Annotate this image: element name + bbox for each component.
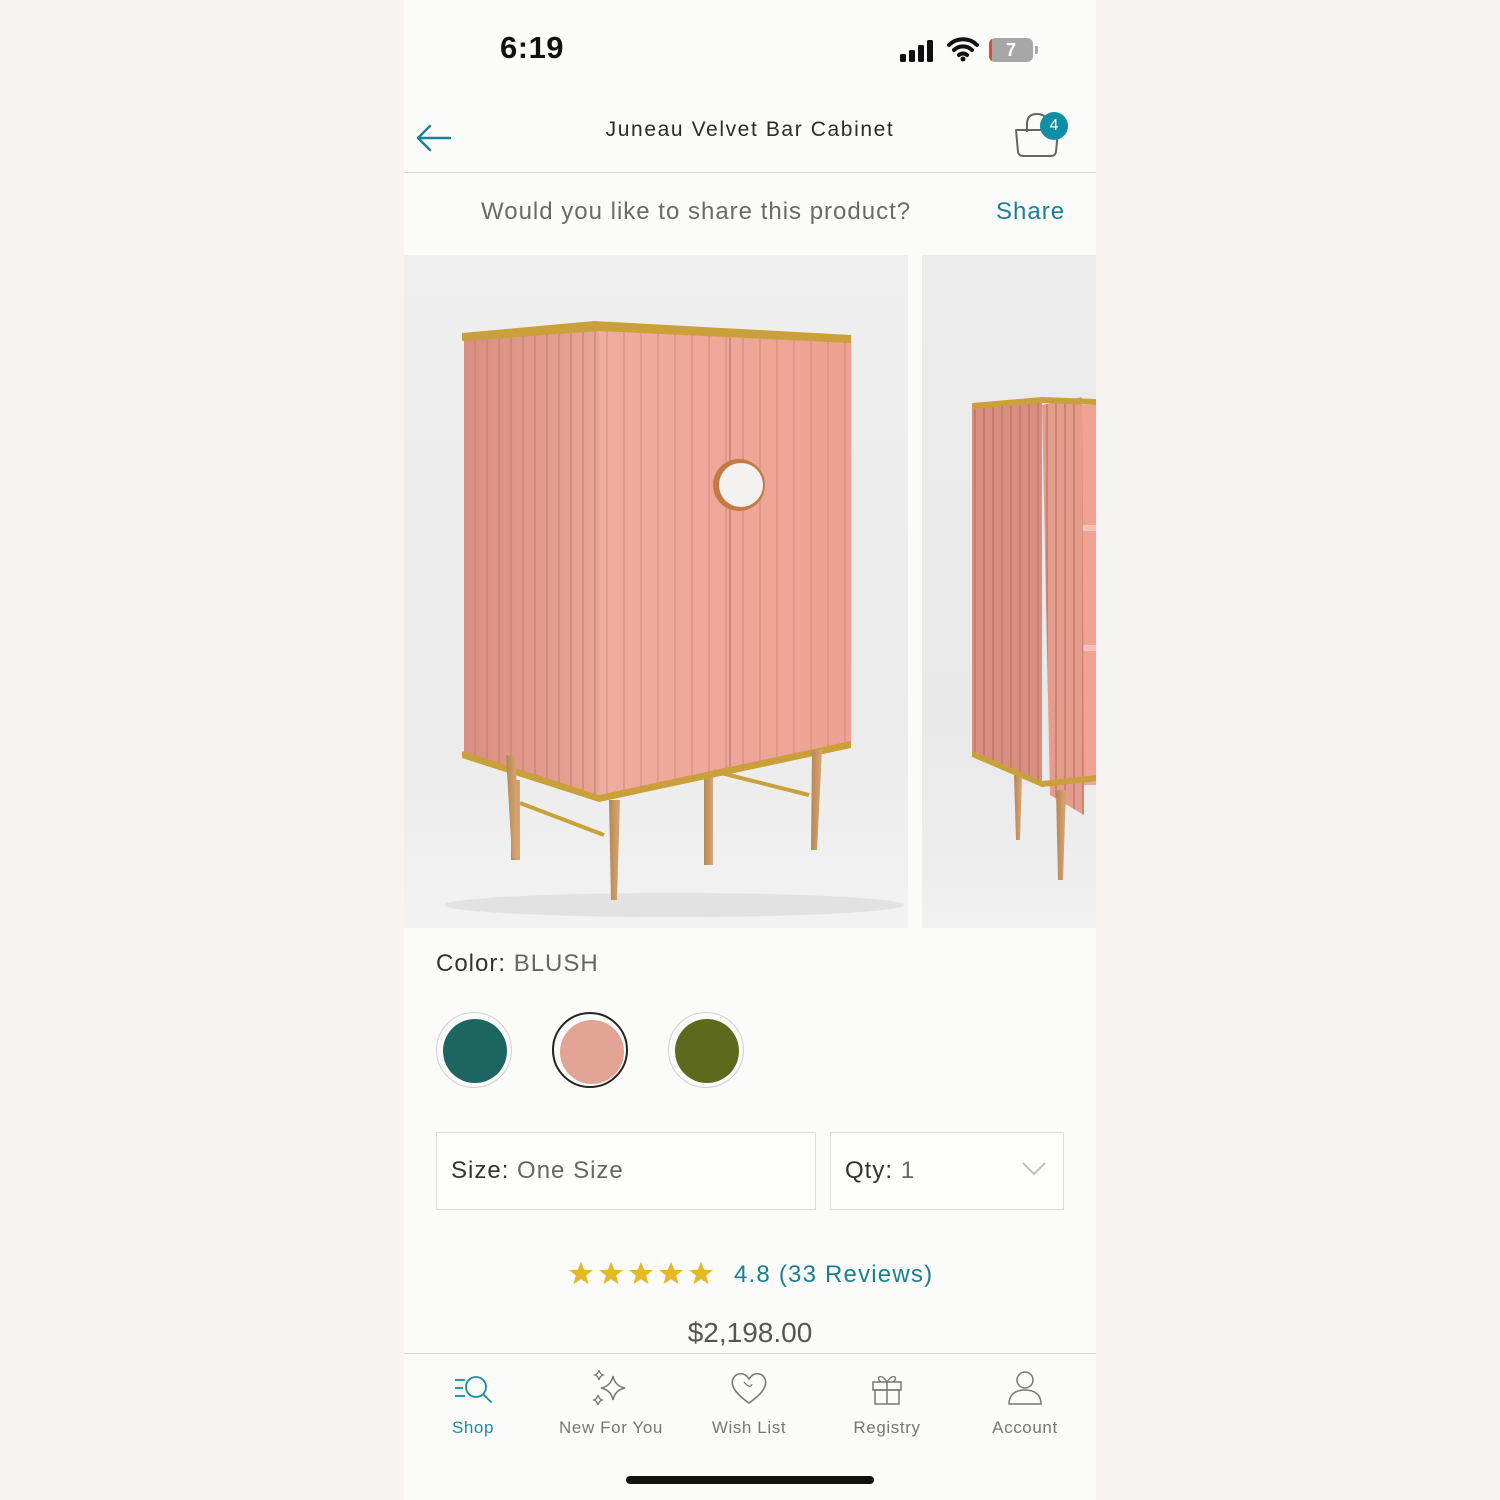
cabinet-open-illustration	[972, 397, 1096, 880]
star-icon	[599, 1261, 623, 1285]
tab-label: Account	[992, 1418, 1058, 1437]
chevron-down-icon	[1022, 1162, 1046, 1176]
home-indicator[interactable]	[626, 1476, 874, 1484]
size-label-text: Size:	[451, 1157, 510, 1184]
quantity-select[interactable]: Qty: 1	[830, 1132, 1064, 1210]
tab-wish-list[interactable]: Wish List	[680, 1354, 818, 1454]
cabinet-illustration	[444, 321, 904, 917]
tab-label: Shop	[451, 1418, 495, 1437]
share-prompt: Would you like to share this product?	[481, 198, 912, 225]
cellular-signal-icon	[900, 40, 933, 62]
size-value: One Size	[517, 1157, 624, 1184]
star-icon	[629, 1261, 653, 1285]
tab-label: Wish List	[711, 1418, 787, 1437]
product-image-main[interactable]	[404, 255, 908, 928]
product-image-secondary[interactable]	[922, 255, 1096, 928]
tab-label: New For You	[559, 1418, 663, 1437]
tab-shop[interactable]: Shop	[404, 1354, 542, 1454]
qty-label: Qty: 1	[845, 1157, 915, 1185]
color-value: BLUSH	[513, 950, 599, 977]
price: $2,198.00	[687, 1317, 813, 1348]
tab-registry[interactable]: Registry	[818, 1354, 956, 1454]
tab-account[interactable]: Account	[956, 1354, 1094, 1454]
search-list-icon	[455, 1376, 492, 1403]
gift-icon	[872, 1375, 902, 1405]
star-icon	[569, 1261, 593, 1285]
status-time: 6:19	[500, 30, 565, 65]
cart-count-badge: 4	[1040, 112, 1068, 140]
share-link[interactable]: Share	[996, 198, 1065, 226]
size-select[interactable]: Size: One Size	[436, 1132, 816, 1210]
battery-indicator: 7	[989, 38, 1038, 62]
star-icon	[659, 1261, 683, 1285]
tab-label: Registry	[853, 1418, 921, 1437]
rating-stars[interactable]	[568, 1260, 714, 1286]
phone-screen: 6:19 7 Juneau Velvet Bar Cabinet 4 Would…	[404, 0, 1096, 1500]
header-divider	[404, 172, 1096, 173]
arrow-left-icon[interactable]	[414, 118, 454, 158]
swatch-blush[interactable]	[552, 1012, 628, 1088]
color-label: Color: BLUSH	[436, 950, 599, 978]
qty-value: 1	[900, 1157, 916, 1184]
color-label-text: Color:	[436, 950, 507, 977]
tab-new-for-you[interactable]: New For You	[542, 1354, 680, 1454]
swatch-olive[interactable]	[668, 1012, 744, 1088]
star-icon	[689, 1261, 713, 1285]
rating-link[interactable]: 4.8 (33 Reviews)	[734, 1261, 933, 1289]
page-title: Juneau Velvet Bar Cabinet	[605, 118, 895, 141]
battery-percent: 7	[1005, 40, 1016, 60]
sparkles-icon	[591, 1369, 626, 1406]
swatch-teal[interactable]	[436, 1012, 512, 1088]
wifi-icon	[947, 37, 979, 62]
heart-icon	[731, 1372, 767, 1404]
size-label: Size: One Size	[451, 1157, 624, 1185]
person-icon	[1008, 1371, 1042, 1405]
qty-label-text: Qty:	[845, 1157, 894, 1184]
